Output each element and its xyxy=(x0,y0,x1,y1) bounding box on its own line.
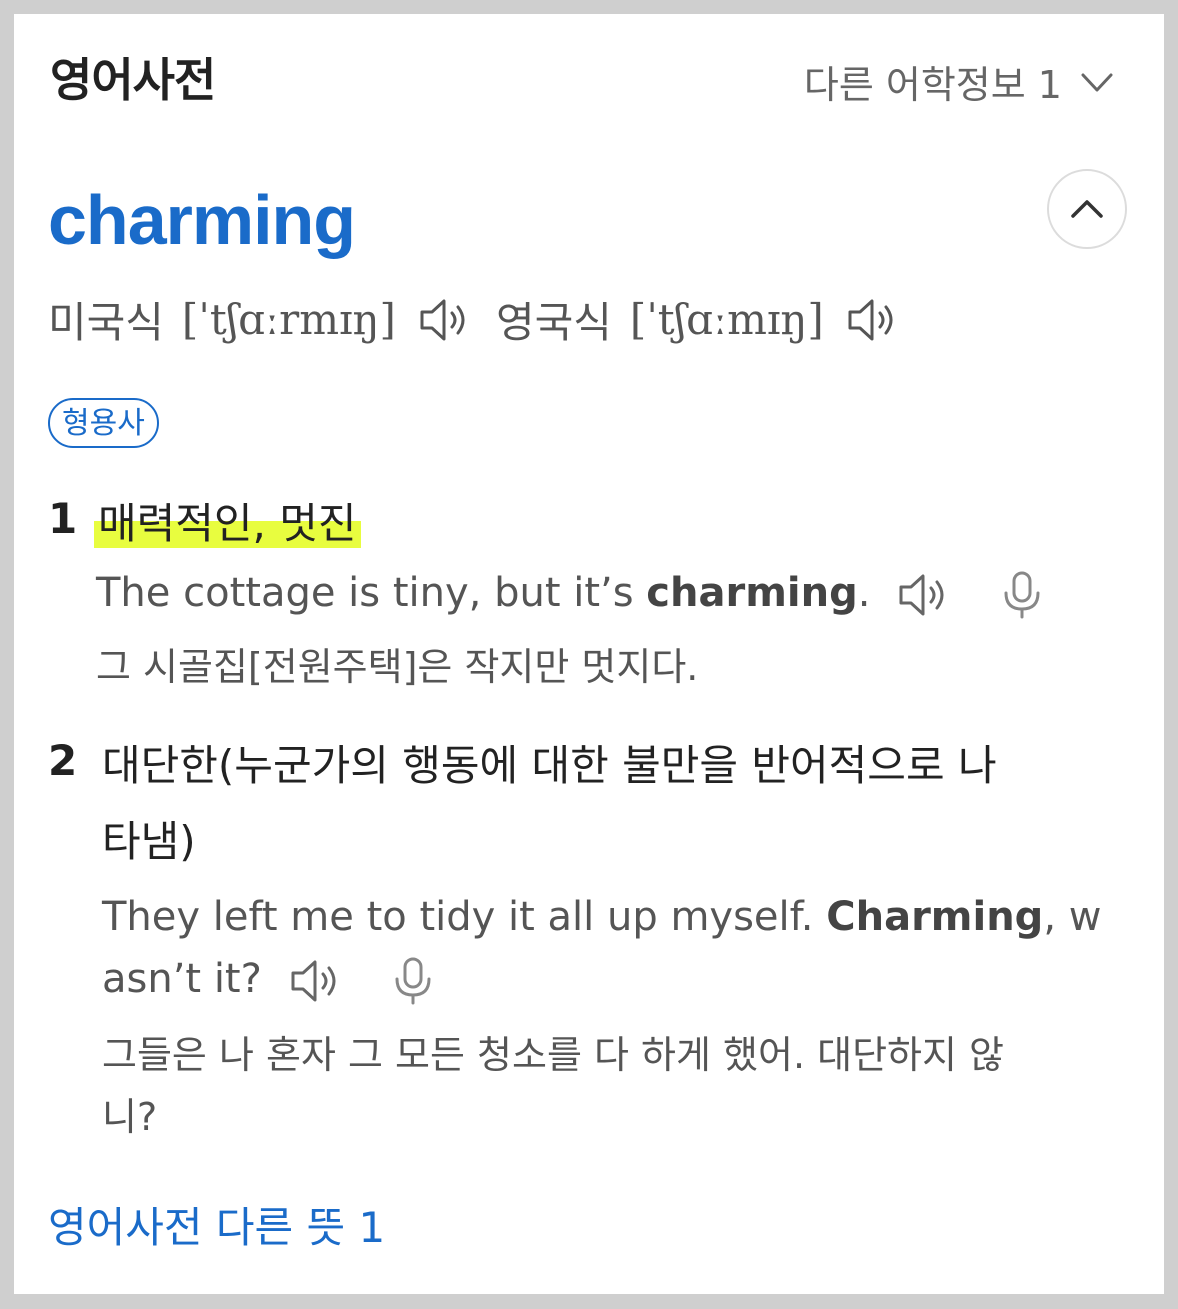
sense-meaning-line: 타냄) xyxy=(102,817,196,866)
uk-label: 영국식 xyxy=(495,298,612,347)
sense-number: 2 xyxy=(48,736,78,785)
example-text: They left me to tidy it all up myself. xyxy=(102,894,827,940)
other-info-label: 다른 어학정보 1 xyxy=(803,63,1062,107)
speaker-icon[interactable] xyxy=(897,570,953,620)
collapse-button[interactable] xyxy=(1047,169,1127,249)
example-translation-line: 그들은 나 혼자 그 모든 청소를 다 하게 했어. 대단하지 않 xyxy=(102,1033,1004,1077)
example-text: . xyxy=(857,570,871,616)
section-title: 영어사전 xyxy=(50,53,216,107)
example-translation: 그들은 나 혼자 그 모든 청소를 다 하게 했어. 대단하지 않 니? xyxy=(102,1024,1132,1148)
example-text: asn’t it? xyxy=(102,956,262,1002)
sense-number: 1 xyxy=(48,494,78,543)
other-info-dropdown[interactable]: 다른 어학정보 1 xyxy=(804,54,1114,109)
speaker-icon[interactable] xyxy=(846,295,902,345)
pronunciation-row: 미국식 [ˈtʃɑːrmɪŋ] 영국식 [ˈtʃɑːmɪŋ] xyxy=(48,289,924,350)
speaker-icon[interactable] xyxy=(289,956,345,1006)
sense-meaning: 대단한(누군가의 행동에 대한 불만을 반어적으로 나 타냄) xyxy=(102,728,1122,880)
dictionary-card: 영어사전 다른 어학정보 1 charming 미국식 [ˈtʃɑːrmɪŋ] … xyxy=(14,14,1164,1294)
example-sentence: The cottage is tiny, but it’s charming. xyxy=(96,562,1046,624)
example-sentence: They left me to tidy it all up myself. C… xyxy=(102,886,1132,1010)
us-label: 미국식 xyxy=(48,298,164,347)
more-meanings-link[interactable]: 영어사전 다른 뜻 1 xyxy=(48,1194,385,1255)
part-of-speech-badge: 형용사 xyxy=(48,398,159,448)
us-ipa: [ˈtʃɑːrmɪŋ] xyxy=(181,295,396,344)
example-text: The cottage is tiny, but it’s xyxy=(96,570,647,616)
sense-meaning: 매력적인, 멋진 xyxy=(94,490,361,551)
example-keyword: Charming xyxy=(826,894,1044,940)
headword: charming xyxy=(48,181,356,259)
example-translation-line: 니? xyxy=(102,1095,158,1139)
chevron-down-icon xyxy=(1081,73,1113,91)
speaker-icon[interactable] xyxy=(418,295,474,345)
example-keyword: charming xyxy=(646,570,858,616)
chevron-up-icon xyxy=(1071,200,1103,218)
highlighted-meaning: 매력적인, 멋진 xyxy=(94,499,361,548)
sense-meaning-line: 대단한(누군가의 행동에 대한 불만을 반어적으로 나 xyxy=(102,741,997,790)
microphone-icon[interactable] xyxy=(389,955,437,1007)
uk-ipa: [ˈtʃɑːmɪŋ] xyxy=(629,295,824,344)
example-text: , w xyxy=(1043,894,1102,940)
example-translation: 그 시골집[전원주택]은 작지만 멋지다. xyxy=(96,645,699,689)
microphone-icon[interactable] xyxy=(998,569,1046,621)
